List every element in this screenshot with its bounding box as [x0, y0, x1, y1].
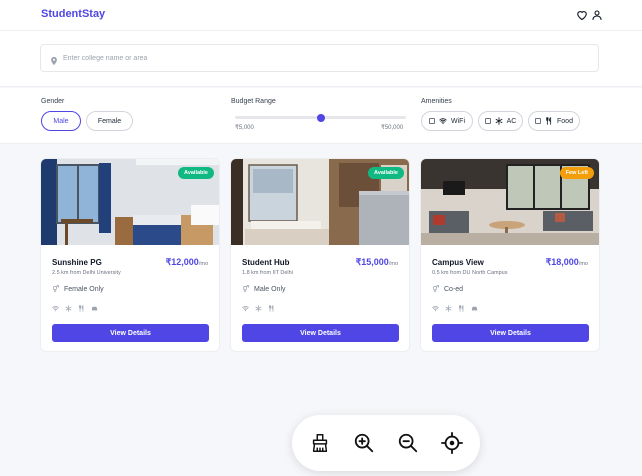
checkbox[interactable]	[484, 118, 491, 124]
listing-name: Campus View	[432, 258, 484, 267]
listing-amenities	[242, 304, 275, 312]
listing-card[interactable]: Available Student Hub ₹15,000/mo 1.8 km …	[230, 158, 410, 352]
gender-male-button[interactable]: Male	[41, 111, 81, 131]
gender-icon	[432, 285, 440, 293]
listing-distance: 0.5 km from DU North Campus	[432, 270, 508, 276]
search-input[interactable]	[63, 51, 583, 66]
view-details-button[interactable]: View Details	[242, 324, 399, 342]
snowflake-icon	[255, 305, 262, 312]
broom-icon[interactable]	[309, 432, 331, 454]
zoom-in-icon[interactable]	[353, 432, 375, 454]
view-details-button[interactable]: View Details	[52, 324, 209, 342]
checkbox[interactable]	[535, 118, 542, 124]
locate-icon[interactable]	[441, 432, 463, 454]
search-section	[0, 31, 642, 87]
listing-gender: Co-ed	[432, 285, 463, 293]
filters-bar: Gender Male Female Budget Range ₹5,000 ₹…	[0, 88, 642, 144]
amenity-wifi-button[interactable]: WiFi	[421, 111, 473, 131]
amenity-ac-button[interactable]: AC	[478, 111, 523, 131]
gender-icon	[242, 285, 250, 293]
wifi-icon	[432, 305, 439, 312]
listing-amenities	[432, 304, 478, 312]
gender-filter-label: Gender	[41, 98, 65, 105]
view-details-button[interactable]: View Details	[432, 324, 589, 342]
user-icon[interactable]	[591, 9, 603, 21]
listing-card[interactable]: Few Left Campus View ₹18,000/mo 0.5 km f…	[420, 158, 600, 352]
snowflake-icon	[495, 117, 502, 125]
listing-amenities	[52, 304, 98, 312]
listing-price: ₹12,000/mo	[165, 257, 208, 267]
listing-gender: Male Only	[242, 285, 286, 293]
wifi-icon	[52, 305, 59, 312]
utensils-icon	[78, 305, 85, 312]
gender-female-button[interactable]: Female	[86, 111, 133, 131]
wifi-icon	[242, 305, 249, 312]
top-navbar: StudentStay	[0, 0, 642, 31]
search-bar[interactable]	[40, 44, 599, 72]
budget-slider-thumb[interactable]	[316, 113, 325, 122]
listing-distance: 1.8 km from IIT Delhi	[242, 270, 293, 276]
car-icon	[471, 305, 478, 312]
app-logo[interactable]: StudentStay	[41, 8, 105, 20]
listing-price: ₹18,000/mo	[545, 257, 588, 267]
gender-icon	[52, 285, 60, 293]
utensils-icon	[268, 305, 275, 312]
budget-slider[interactable]	[235, 113, 406, 122]
checkbox[interactable]	[429, 118, 435, 124]
listing-name: Student Hub	[242, 258, 290, 267]
utensils-icon	[458, 305, 465, 312]
snowflake-icon	[445, 305, 452, 312]
listing-name: Sunshine PG	[52, 258, 102, 267]
snowflake-icon	[65, 305, 72, 312]
listing-price: ₹15,000/mo	[355, 257, 398, 267]
listing-distance: 2.5 km from Delhi University	[52, 270, 121, 276]
availability-badge: Few Left	[559, 167, 594, 179]
utensils-icon	[546, 117, 552, 125]
availability-badge: Available	[368, 167, 404, 179]
listing-gender: Female Only	[52, 285, 104, 293]
budget-min-label: ₹5,000	[235, 125, 254, 131]
availability-badge: Available	[178, 167, 214, 179]
amenity-food-button[interactable]: Food	[528, 111, 580, 131]
wifi-icon	[439, 118, 447, 125]
zoom-out-icon[interactable]	[397, 432, 419, 454]
budget-max-label: ₹50,000	[381, 125, 404, 131]
listing-card[interactable]: Available Sunshine PG ₹12,000/mo 2.5 km …	[40, 158, 220, 352]
map-pin-icon	[49, 53, 59, 66]
car-icon	[91, 305, 98, 312]
amenities-filter-label: Amenities	[421, 98, 452, 105]
budget-filter-label: Budget Range	[231, 98, 276, 105]
heart-icon[interactable]	[576, 9, 588, 21]
floating-toolbar	[292, 415, 480, 471]
